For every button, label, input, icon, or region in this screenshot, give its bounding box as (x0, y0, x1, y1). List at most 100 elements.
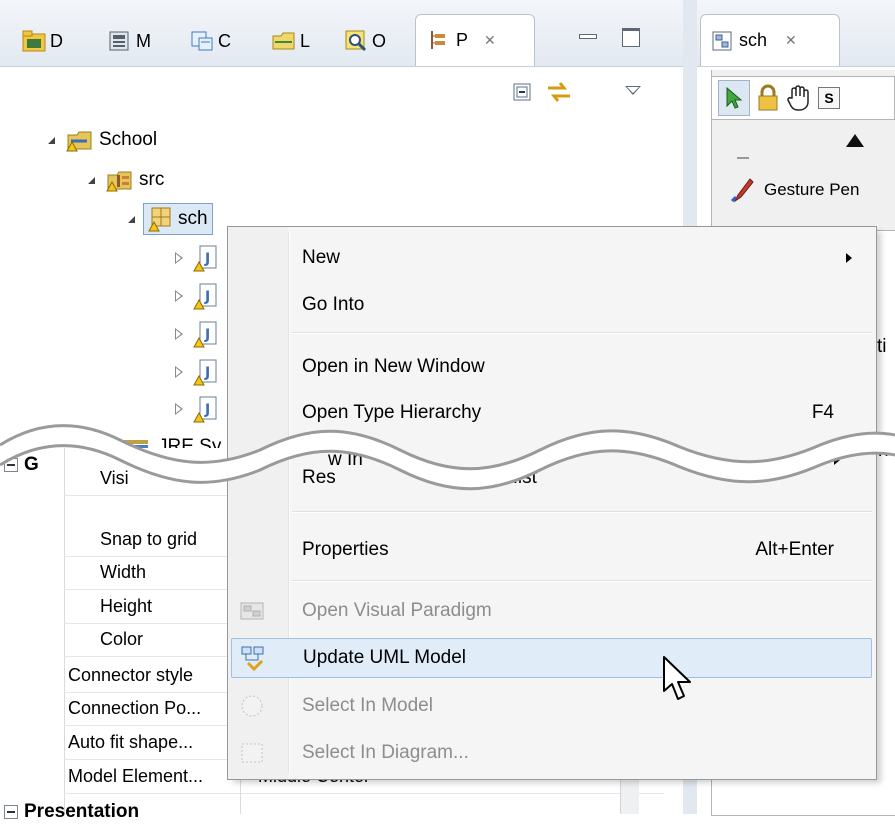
tab-d-label: D (50, 30, 63, 51)
s-tool-button[interactable]: S (818, 87, 840, 109)
palette-scroll-up-icon[interactable] (846, 134, 864, 147)
prop-label: Width (100, 562, 147, 582)
submenu-arrow-icon (846, 253, 852, 263)
editor-tab-sch[interactable]: sch ✕ (700, 14, 840, 66)
tree-label: sch (178, 208, 208, 229)
menu-item-label: Select In Model (302, 695, 433, 716)
prop-label: Snap to grid (100, 529, 198, 549)
java-file-warning-icon: J (192, 320, 220, 348)
class-diagram-icon (190, 29, 214, 53)
collapsed-twisty-icon[interactable] (175, 251, 184, 265)
java-file-warning-icon: J (192, 282, 220, 310)
tab-m[interactable]: M (108, 18, 151, 64)
tab-d[interactable]: D (22, 18, 63, 64)
tab-l-label: L (300, 30, 311, 51)
link-with-editor-icon[interactable] (546, 80, 572, 110)
view-menu-icon[interactable] (625, 86, 641, 95)
package-warning-icon (148, 206, 174, 232)
svg-text:J: J (204, 251, 210, 267)
menu-item-label: New (302, 247, 341, 268)
menu-item-update-uml-model[interactable]: Update UML Model (231, 638, 872, 678)
menu-item-label: Open in New Window (302, 356, 485, 377)
tab-o[interactable]: O (344, 18, 386, 64)
expanded-twisty-icon[interactable] (48, 136, 55, 144)
menu-item-open-visual-paradigm[interactable]: Open Visual Paradigm (228, 591, 876, 631)
tree-label: School (99, 129, 158, 150)
view-toolbar (512, 80, 572, 110)
selected-package-node: sch (143, 203, 213, 235)
palette-item-label: Gesture Pen (764, 180, 860, 199)
menu-item-new[interactable]: New (228, 238, 876, 278)
tree-item-java-3[interactable]: J (175, 316, 226, 352)
prop-label: Model Element... (68, 766, 204, 786)
menu-separator (292, 580, 872, 582)
tree-item-src[interactable]: src (88, 162, 164, 198)
close-icon[interactable]: ✕ (484, 32, 496, 49)
tab-c-label: C (218, 30, 231, 51)
tree-item-java-4[interactable]: J (175, 354, 226, 390)
tab-p-active[interactable]: P ✕ (415, 14, 535, 66)
select-in-model-icon (234, 688, 270, 724)
package-explorer-icon (428, 30, 450, 52)
svg-text:J: J (204, 365, 210, 381)
gesture-pen-icon (730, 177, 754, 203)
menu-item-label: Open Visual Paradigm (302, 600, 492, 621)
palette-item-gesture-pen[interactable]: Gesture Pen (720, 172, 895, 208)
expanded-twisty-icon[interactable] (88, 176, 95, 184)
menu-item-open-in-new-window[interactable]: Open in New Window (228, 347, 876, 387)
maximize-button[interactable] (620, 26, 642, 48)
update-uml-icon (235, 640, 271, 676)
palette-separator (737, 157, 749, 159)
menu-item-select-in-diagram[interactable]: Select In Diagram... (228, 733, 876, 773)
prop-label: Connection Po... (68, 698, 202, 718)
collapsed-twisty-icon[interactable] (175, 365, 184, 379)
svg-text:J: J (204, 289, 210, 305)
prop-label: Color (100, 629, 144, 649)
menu-item-label: Select In Diagram... (302, 742, 469, 763)
layer-folder-icon (272, 29, 296, 53)
menu-item-label: Properties (302, 539, 389, 560)
collapse-all-icon[interactable] (512, 82, 532, 108)
tree-item-java-2[interactable]: J (175, 278, 226, 314)
prop-label: Height (100, 596, 153, 616)
palette-toolbar: S (711, 76, 895, 120)
tree-item-sch[interactable]: sch (128, 201, 213, 237)
menu-item-label: Update UML Model (303, 647, 466, 668)
svg-text:J: J (204, 327, 210, 343)
tree-item-java-1[interactable]: J (175, 240, 226, 276)
tree-item-school[interactable]: School (48, 122, 157, 158)
model-explorer-icon (108, 29, 132, 53)
close-icon[interactable]: ✕ (785, 32, 797, 49)
mouse-pointer-icon (663, 656, 691, 700)
prop-label: Auto fit shape... (68, 732, 194, 752)
lock-icon[interactable] (756, 84, 780, 112)
prop-label: Connector style (68, 665, 194, 685)
tab-c[interactable]: C (190, 18, 231, 64)
select-arrow-icon[interactable] (718, 80, 750, 116)
presentation-group-header[interactable]: Presentation (0, 795, 139, 828)
hand-pan-icon[interactable] (786, 84, 812, 112)
collapsed-twisty-icon[interactable] (175, 327, 184, 341)
menu-item-go-into[interactable]: Go Into (228, 285, 876, 325)
torn-edge-divider (0, 424, 895, 491)
collapse-group-icon[interactable] (4, 804, 18, 819)
menu-item-properties[interactable]: Properties Alt+Enter (228, 530, 876, 570)
project-warning-icon (65, 126, 93, 154)
folder-package-icon (22, 29, 46, 53)
java-file-warning-icon: J (192, 358, 220, 386)
collapsed-twisty-icon[interactable] (175, 289, 184, 303)
java-file-warning-icon: J (192, 244, 220, 272)
tab-l[interactable]: L (272, 18, 310, 64)
expanded-twisty-icon[interactable] (128, 215, 135, 223)
menu-separator (292, 511, 872, 513)
tab-p-label: P (456, 30, 469, 50)
tab-m-label: M (136, 30, 151, 51)
menu-separator (292, 332, 872, 334)
visual-paradigm-icon (234, 593, 270, 629)
menu-item-select-in-model[interactable]: Select In Model (228, 686, 876, 726)
editor-tab-label: sch (739, 30, 768, 50)
tab-o-label: O (372, 30, 387, 51)
tree-label: src (139, 169, 165, 190)
minimize-button[interactable] (576, 26, 598, 48)
select-in-diagram-icon (234, 735, 270, 771)
